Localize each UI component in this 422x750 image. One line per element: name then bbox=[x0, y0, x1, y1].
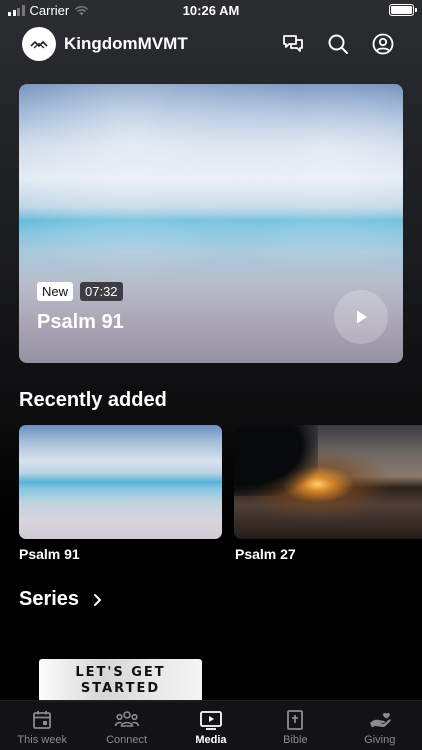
bible-icon bbox=[287, 710, 304, 730]
profile-icon[interactable] bbox=[370, 31, 396, 57]
featured-hero-card[interactable]: New 07:32 Psalm 91 bbox=[19, 84, 403, 363]
people-icon bbox=[114, 711, 139, 727]
media-card-thumbnail[interactable] bbox=[234, 425, 422, 539]
media-card-thumbnail[interactable] bbox=[19, 425, 222, 539]
search-icon[interactable] bbox=[325, 31, 351, 57]
banner-line-2: STARTED bbox=[80, 680, 161, 696]
tab-media[interactable]: Media bbox=[169, 701, 253, 750]
tab-giving[interactable]: Giving bbox=[338, 701, 422, 750]
new-badge: New bbox=[37, 282, 74, 301]
play-icon bbox=[357, 310, 367, 324]
battery-icon bbox=[389, 4, 417, 16]
series-label: Series bbox=[19, 588, 80, 610]
tab-connect[interactable]: Connect bbox=[84, 701, 168, 750]
logo-mark-icon bbox=[30, 40, 48, 49]
play-button[interactable] bbox=[334, 290, 388, 344]
app-header: KingdomMVMT bbox=[0, 26, 422, 62]
media-card-title[interactable]: Psalm 91 bbox=[19, 546, 80, 562]
recently-added-heading: Recently added bbox=[19, 389, 167, 411]
duration-badge: 07:32 bbox=[80, 282, 123, 301]
app-logo[interactable] bbox=[22, 27, 56, 61]
get-started-banner[interactable]: LET'S GET STARTED bbox=[39, 659, 202, 702]
tab-label: Giving bbox=[364, 734, 396, 746]
app-title: KingdomMVMT bbox=[64, 34, 188, 53]
tab-this-week[interactable]: This week bbox=[0, 701, 84, 750]
tab-bible[interactable]: Bible bbox=[253, 701, 337, 750]
tab-bar: This week Connect Media Bible Giving bbox=[0, 700, 422, 750]
banner-line-1: LET'S GET bbox=[75, 664, 166, 680]
play-icon bbox=[200, 711, 222, 730]
tab-label: Media bbox=[195, 734, 227, 746]
media-card-title[interactable]: Psalm 27 bbox=[235, 546, 296, 562]
chevron-right-icon bbox=[94, 593, 102, 606]
series-heading[interactable]: Series bbox=[19, 588, 103, 611]
tab-label: Connect bbox=[106, 734, 148, 746]
giving-hand-icon bbox=[369, 712, 391, 728]
calendar-icon bbox=[33, 711, 52, 729]
tab-label: This week bbox=[17, 734, 67, 746]
chat-icon[interactable] bbox=[280, 31, 306, 57]
status-time: 10:26 AM bbox=[182, 3, 240, 18]
status-bar: Carrier 10:26 AM bbox=[0, 0, 422, 22]
hero-title: Psalm 91 bbox=[37, 311, 124, 333]
tab-label: Bible bbox=[283, 734, 308, 746]
